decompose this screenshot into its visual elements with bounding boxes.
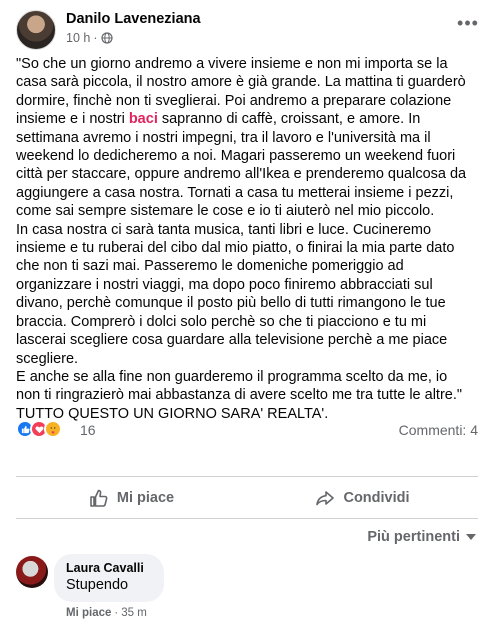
comment-sort-dropdown[interactable]: Più pertinenti [367,529,476,545]
comment-bubble: Laura Cavalli Stupendo [54,554,164,602]
post-line: casa sarà piccola, il nostro amore è già… [16,74,466,91]
comment-item: Laura Cavalli Stupendo Mi piace · 35 m [16,554,476,624]
post-header: Danilo Laveneziana 10 h · ••• [16,10,486,50]
post-line: dormire, finchè non ti sveglierai. Poi a… [16,92,452,109]
sort-label: Più pertinenti [367,529,460,545]
thumbs-up-icon [90,489,108,507]
post-line: insieme e i nostri baci sapranno di caff… [16,110,486,128]
comment-time[interactable]: 35 m [121,607,147,619]
comments-count[interactable]: Commenti: 4 [399,422,478,438]
like-button[interactable]: Mi piace [16,480,247,516]
post-line-part: sapranno di caffè, croissant, e amore. I… [157,111,421,128]
post-line: scegliere. [16,350,79,367]
post-line: weekend lo dedicheremo a noi. Magari pas… [16,148,456,165]
post-line-part: insieme e i nostri [16,111,129,128]
reaction-count[interactable]: 16 [80,422,96,438]
share-arrow-icon [316,491,335,506]
post-time[interactable]: 10 h [66,31,90,45]
share-button[interactable]: Condividi [247,480,478,516]
comment-like-button[interactable]: Mi piace [66,607,111,619]
divider [16,518,478,519]
post-line: insieme e tu ruberai del cibo dal mio pi… [16,240,455,257]
author-name[interactable]: Danilo Laveneziana [66,11,201,27]
post-line: organizzare i nostri viaggi, ma dopo poc… [16,276,433,293]
comment-text: Stupendo [66,577,129,593]
post-line: E anche se alla fine non guarderemo il p… [16,368,448,385]
more-options-button[interactable]: ••• [456,14,480,36]
commenter-name[interactable]: Laura Cavalli [66,561,152,575]
divider [16,476,478,477]
post-line: come sai sempre sistemare le cose e io t… [16,203,435,220]
commenter-avatar[interactable] [16,556,48,588]
reactions-bar: 16 Commenti: 4 [16,419,478,441]
care-reaction-icon [44,420,62,438]
comment-meta-separator: · [114,607,119,619]
post-line: "So che un giorno andremo a vivere insie… [16,56,448,72]
post-text: "So che un giorno andremo a vivere insie… [16,55,486,423]
share-button-label: Condividi [343,490,410,506]
meta-separator: · [93,31,98,45]
caret-down-icon [466,534,476,540]
author-avatar[interactable] [16,10,56,50]
post-meta: 10 h · [66,31,113,45]
post-line: In casa nostra ci sarà tanta musica, tan… [16,221,432,238]
post-actions: Mi piace Condividi [16,480,478,516]
globe-icon [100,32,113,44]
post-line: settimana avremo i nostri impegni, tra i… [16,129,431,146]
post-line: aggiungere a casa nostra. Tornati a casa… [16,184,454,201]
reaction-icons[interactable] [16,420,74,440]
highlighted-word[interactable]: baci [129,111,158,127]
post-line: non ti ringrazierò mai abbastanza di ave… [16,387,463,404]
post-line: divano, perchè comunque il posto più bel… [16,295,446,312]
like-button-label: Mi piace [116,490,175,506]
post-line: lascerai scegliere cosa guardare alla te… [16,332,448,349]
post-line: città per staccare, oppure andremo all'I… [16,166,467,183]
comment-meta: Mi piace · 35 m [66,607,147,619]
post-line: braccia. Comprerò i dolci solo perchè so… [16,313,427,330]
post-line: che non ti sazi mai. Passeremo le domeni… [16,258,404,275]
